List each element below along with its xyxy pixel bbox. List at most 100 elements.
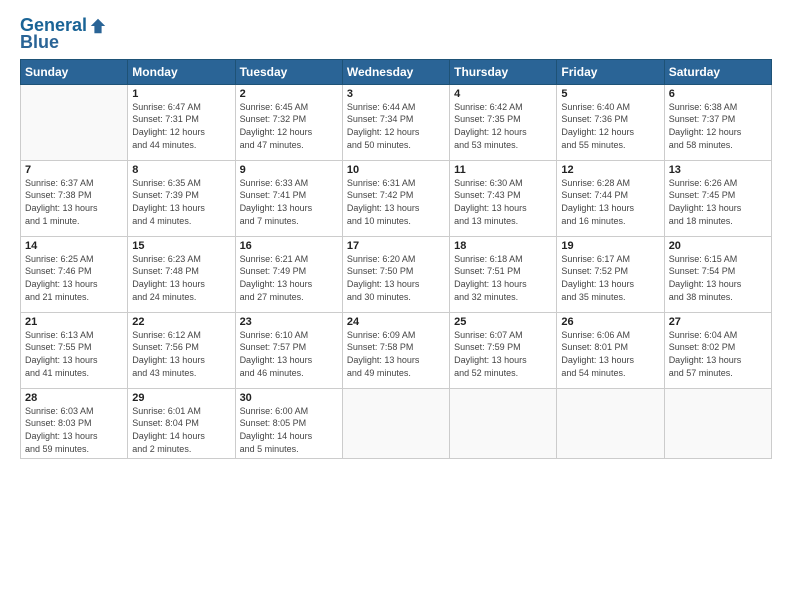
day-cell: 20Sunrise: 6:15 AM Sunset: 7:54 PM Dayli… [664, 236, 771, 312]
day-cell: 18Sunrise: 6:18 AM Sunset: 7:51 PM Dayli… [450, 236, 557, 312]
day-info: Sunrise: 6:42 AM Sunset: 7:35 PM Dayligh… [454, 101, 552, 151]
header-row: SundayMondayTuesdayWednesdayThursdayFrid… [21, 59, 772, 84]
calendar-header: SundayMondayTuesdayWednesdayThursdayFrid… [21, 59, 772, 84]
day-cell: 6Sunrise: 6:38 AM Sunset: 7:37 PM Daylig… [664, 84, 771, 160]
day-number: 24 [347, 316, 445, 328]
day-number: 5 [561, 88, 659, 100]
day-cell: 5Sunrise: 6:40 AM Sunset: 7:36 PM Daylig… [557, 84, 664, 160]
day-cell: 8Sunrise: 6:35 AM Sunset: 7:39 PM Daylig… [128, 160, 235, 236]
day-cell: 29Sunrise: 6:01 AM Sunset: 8:04 PM Dayli… [128, 388, 235, 458]
day-number: 20 [669, 240, 767, 252]
header-cell-saturday: Saturday [664, 59, 771, 84]
day-info: Sunrise: 6:20 AM Sunset: 7:50 PM Dayligh… [347, 253, 445, 303]
day-cell: 11Sunrise: 6:30 AM Sunset: 7:43 PM Dayli… [450, 160, 557, 236]
week-row-5: 28Sunrise: 6:03 AM Sunset: 8:03 PM Dayli… [21, 388, 772, 458]
week-row-4: 21Sunrise: 6:13 AM Sunset: 7:55 PM Dayli… [21, 312, 772, 388]
day-cell: 26Sunrise: 6:06 AM Sunset: 8:01 PM Dayli… [557, 312, 664, 388]
day-cell [450, 388, 557, 458]
day-info: Sunrise: 6:26 AM Sunset: 7:45 PM Dayligh… [669, 177, 767, 227]
day-number: 16 [240, 240, 338, 252]
day-cell: 15Sunrise: 6:23 AM Sunset: 7:48 PM Dayli… [128, 236, 235, 312]
day-cell: 19Sunrise: 6:17 AM Sunset: 7:52 PM Dayli… [557, 236, 664, 312]
day-info: Sunrise: 6:00 AM Sunset: 8:05 PM Dayligh… [240, 405, 338, 455]
week-row-2: 7Sunrise: 6:37 AM Sunset: 7:38 PM Daylig… [21, 160, 772, 236]
day-info: Sunrise: 6:28 AM Sunset: 7:44 PM Dayligh… [561, 177, 659, 227]
day-cell: 3Sunrise: 6:44 AM Sunset: 7:34 PM Daylig… [342, 84, 449, 160]
day-number: 27 [669, 316, 767, 328]
day-cell [342, 388, 449, 458]
day-number: 6 [669, 88, 767, 100]
day-cell: 9Sunrise: 6:33 AM Sunset: 7:41 PM Daylig… [235, 160, 342, 236]
day-number: 28 [25, 392, 123, 404]
day-info: Sunrise: 6:31 AM Sunset: 7:42 PM Dayligh… [347, 177, 445, 227]
day-number: 8 [132, 164, 230, 176]
header-cell-monday: Monday [128, 59, 235, 84]
logo-icon [89, 17, 107, 35]
day-number: 30 [240, 392, 338, 404]
day-cell: 7Sunrise: 6:37 AM Sunset: 7:38 PM Daylig… [21, 160, 128, 236]
day-info: Sunrise: 6:35 AM Sunset: 7:39 PM Dayligh… [132, 177, 230, 227]
day-info: Sunrise: 6:15 AM Sunset: 7:54 PM Dayligh… [669, 253, 767, 303]
day-info: Sunrise: 6:23 AM Sunset: 7:48 PM Dayligh… [132, 253, 230, 303]
day-cell: 25Sunrise: 6:07 AM Sunset: 7:59 PM Dayli… [450, 312, 557, 388]
header-cell-thursday: Thursday [450, 59, 557, 84]
logo: General Blue [20, 16, 107, 53]
day-number: 1 [132, 88, 230, 100]
day-info: Sunrise: 6:13 AM Sunset: 7:55 PM Dayligh… [25, 329, 123, 379]
day-number: 25 [454, 316, 552, 328]
day-cell [557, 388, 664, 458]
day-cell: 10Sunrise: 6:31 AM Sunset: 7:42 PM Dayli… [342, 160, 449, 236]
day-number: 23 [240, 316, 338, 328]
day-info: Sunrise: 6:30 AM Sunset: 7:43 PM Dayligh… [454, 177, 552, 227]
day-number: 7 [25, 164, 123, 176]
day-number: 2 [240, 88, 338, 100]
day-number: 19 [561, 240, 659, 252]
day-info: Sunrise: 6:10 AM Sunset: 7:57 PM Dayligh… [240, 329, 338, 379]
day-number: 18 [454, 240, 552, 252]
day-info: Sunrise: 6:37 AM Sunset: 7:38 PM Dayligh… [25, 177, 123, 227]
day-cell: 22Sunrise: 6:12 AM Sunset: 7:56 PM Dayli… [128, 312, 235, 388]
day-number: 14 [25, 240, 123, 252]
day-cell: 1Sunrise: 6:47 AM Sunset: 7:31 PM Daylig… [128, 84, 235, 160]
day-number: 22 [132, 316, 230, 328]
day-number: 26 [561, 316, 659, 328]
day-info: Sunrise: 6:07 AM Sunset: 7:59 PM Dayligh… [454, 329, 552, 379]
day-info: Sunrise: 6:38 AM Sunset: 7:37 PM Dayligh… [669, 101, 767, 151]
day-number: 17 [347, 240, 445, 252]
day-info: Sunrise: 6:12 AM Sunset: 7:56 PM Dayligh… [132, 329, 230, 379]
day-info: Sunrise: 6:18 AM Sunset: 7:51 PM Dayligh… [454, 253, 552, 303]
day-number: 29 [132, 392, 230, 404]
day-number: 9 [240, 164, 338, 176]
day-info: Sunrise: 6:44 AM Sunset: 7:34 PM Dayligh… [347, 101, 445, 151]
day-cell: 13Sunrise: 6:26 AM Sunset: 7:45 PM Dayli… [664, 160, 771, 236]
day-cell: 21Sunrise: 6:13 AM Sunset: 7:55 PM Dayli… [21, 312, 128, 388]
week-row-3: 14Sunrise: 6:25 AM Sunset: 7:46 PM Dayli… [21, 236, 772, 312]
day-cell: 28Sunrise: 6:03 AM Sunset: 8:03 PM Dayli… [21, 388, 128, 458]
day-number: 10 [347, 164, 445, 176]
day-info: Sunrise: 6:17 AM Sunset: 7:52 PM Dayligh… [561, 253, 659, 303]
day-cell: 23Sunrise: 6:10 AM Sunset: 7:57 PM Dayli… [235, 312, 342, 388]
day-number: 12 [561, 164, 659, 176]
day-cell: 12Sunrise: 6:28 AM Sunset: 7:44 PM Dayli… [557, 160, 664, 236]
day-cell: 24Sunrise: 6:09 AM Sunset: 7:58 PM Dayli… [342, 312, 449, 388]
day-info: Sunrise: 6:40 AM Sunset: 7:36 PM Dayligh… [561, 101, 659, 151]
day-number: 11 [454, 164, 552, 176]
day-info: Sunrise: 6:25 AM Sunset: 7:46 PM Dayligh… [25, 253, 123, 303]
calendar-page: General Blue SundayMondayTuesdayWednesda… [0, 0, 792, 612]
day-cell: 2Sunrise: 6:45 AM Sunset: 7:32 PM Daylig… [235, 84, 342, 160]
day-cell: 14Sunrise: 6:25 AM Sunset: 7:46 PM Dayli… [21, 236, 128, 312]
day-info: Sunrise: 6:09 AM Sunset: 7:58 PM Dayligh… [347, 329, 445, 379]
header-cell-wednesday: Wednesday [342, 59, 449, 84]
day-info: Sunrise: 6:03 AM Sunset: 8:03 PM Dayligh… [25, 405, 123, 455]
day-cell: 27Sunrise: 6:04 AM Sunset: 8:02 PM Dayli… [664, 312, 771, 388]
header: General Blue [20, 16, 772, 53]
header-cell-friday: Friday [557, 59, 664, 84]
day-info: Sunrise: 6:33 AM Sunset: 7:41 PM Dayligh… [240, 177, 338, 227]
day-number: 3 [347, 88, 445, 100]
day-info: Sunrise: 6:06 AM Sunset: 8:01 PM Dayligh… [561, 329, 659, 379]
day-number: 21 [25, 316, 123, 328]
day-info: Sunrise: 6:04 AM Sunset: 8:02 PM Dayligh… [669, 329, 767, 379]
day-number: 4 [454, 88, 552, 100]
day-number: 15 [132, 240, 230, 252]
day-cell: 30Sunrise: 6:00 AM Sunset: 8:05 PM Dayli… [235, 388, 342, 458]
